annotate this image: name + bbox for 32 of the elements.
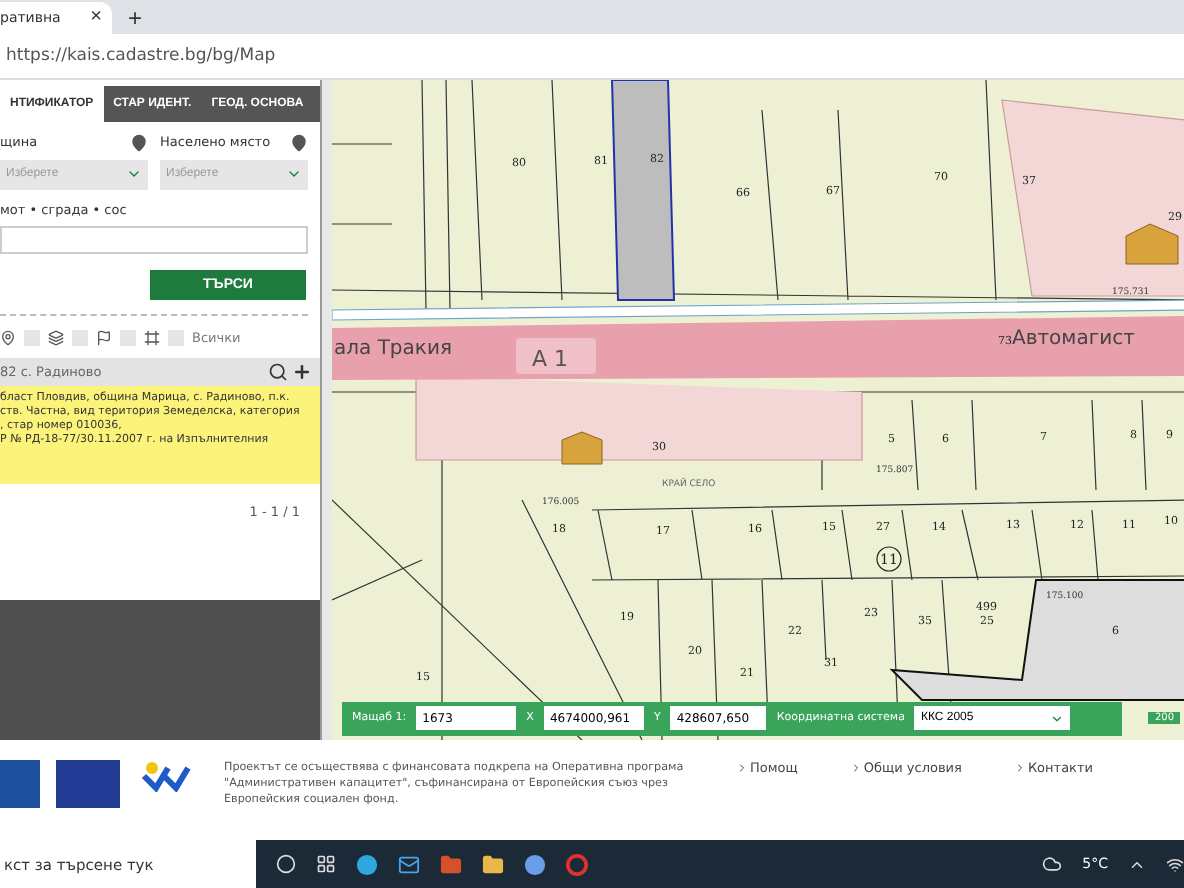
layers-icon[interactable] <box>48 329 64 346</box>
pin-icon[interactable] <box>130 133 148 152</box>
chevron-right-icon <box>849 761 862 774</box>
road-label: ала Тракия <box>334 337 452 360</box>
folder-icon[interactable] <box>482 853 504 875</box>
pin-icon[interactable] <box>290 133 308 152</box>
chevron-right-icon <box>736 761 748 774</box>
road-badge: A 1 <box>516 337 596 374</box>
address-bar[interactable]: https://kais.cadastre.bg/bg/Map <box>6 45 276 66</box>
filter-checkbox[interactable] <box>72 329 88 346</box>
new-tab-button[interactable]: + <box>124 4 147 33</box>
mail-icon[interactable] <box>398 853 420 875</box>
program-logo <box>136 759 196 792</box>
filter-checkbox[interactable] <box>168 329 184 346</box>
identifier-input[interactable] <box>0 225 308 254</box>
chevron-right-icon <box>1013 761 1026 774</box>
wifi-icon[interactable] <box>1166 855 1184 873</box>
plus-icon[interactable] <box>292 361 312 382</box>
logo <box>0 759 40 808</box>
outline-icon[interactable] <box>144 329 160 346</box>
search-icon[interactable] <box>268 361 288 382</box>
weather-icon[interactable] <box>1042 854 1063 874</box>
road-label: Автомагист <box>1012 327 1135 350</box>
building-icon <box>1125 222 1179 264</box>
close-tab-button[interactable]: × <box>90 8 102 29</box>
chevron-down-icon <box>1050 711 1065 726</box>
filter-checkbox[interactable] <box>24 329 40 346</box>
filter-checkbox[interactable] <box>120 329 136 346</box>
pin-icon[interactable] <box>0 329 16 346</box>
eu-flag-logo <box>56 759 120 808</box>
task-view-icon[interactable] <box>316 854 336 874</box>
flag-icon[interactable] <box>96 329 112 346</box>
